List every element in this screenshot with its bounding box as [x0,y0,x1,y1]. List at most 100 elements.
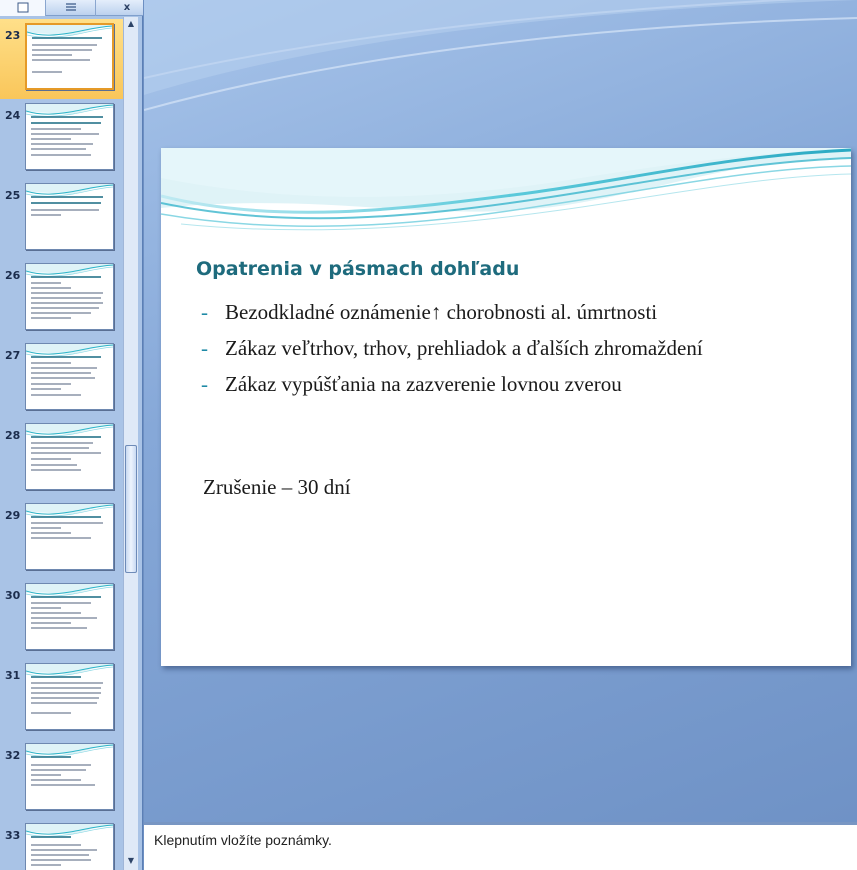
thumb-text-line [32,54,72,56]
slide-preview[interactable] [25,743,114,810]
thumb-text-line [31,447,89,449]
slide-thumbnail-26[interactable]: 26 [0,259,123,339]
thumb-text-line [31,537,91,539]
slide-thumbnail-24[interactable]: 24 [0,99,123,179]
thumb-text-line [31,844,81,846]
thumb-text-line [31,128,81,130]
thumb-text-line [31,138,71,140]
thumb-text-line [31,516,101,518]
scroll-up-icon[interactable]: ▲ [125,18,137,30]
thumb-text-line [31,617,97,619]
slide-preview[interactable] [25,183,114,250]
thumb-text-line [31,367,97,369]
slide-preview[interactable] [25,23,114,90]
close-icon: x [123,2,131,13]
slides-icon [17,2,28,13]
slide-preview[interactable] [25,103,114,170]
thumb-text-line [31,697,99,699]
thumb-text-line [31,202,101,204]
close-panel-button[interactable]: x [118,0,136,16]
bullet-list[interactable]: - Bezodkladné oznámenie↑ chorobnosti al. … [201,298,821,406]
slide-title[interactable]: Opatrenia v pásmach dohľadu [196,258,519,280]
slide-number: 25 [5,189,21,202]
tab-outline[interactable] [46,0,96,16]
slide-number: 31 [5,669,21,682]
thumb-text-line [31,452,101,454]
thumb-text-line [31,196,103,198]
thumb-text-line [32,37,102,39]
thumb-text-line [32,59,90,61]
bullet-item[interactable]: - Zákaz vypúšťania na zazverenie lovnou z… [201,370,821,399]
thumb-text-line [32,71,62,73]
thumb-text-line [31,442,93,444]
slide-number: 33 [5,829,21,842]
thumb-text-line [31,692,101,694]
thumb-text-line [31,388,61,390]
thumb-text-line [31,372,91,374]
thumb-text-line [31,464,77,466]
thumb-text-line [31,756,71,758]
slide-preview[interactable] [25,583,114,650]
thumb-text-line [31,287,71,289]
thumb-text-line [31,383,71,385]
thumb-text-line [31,864,61,866]
thumb-text-line [31,282,61,284]
slide-thumbnail-30[interactable]: 30 [0,579,123,659]
slides-panel: x 23 24 25 26 27 28 29 30 31 32 33 ▲ ▼ [0,0,143,870]
thumb-text-line [31,622,71,624]
slide-preview[interactable] [25,343,114,410]
thumb-text-line [31,116,103,118]
scroll-thumb[interactable] [125,445,137,573]
slide-number: 26 [5,269,21,282]
panel-tabs: x [0,0,143,16]
thumb-text-line [31,527,61,529]
thumb-text-line [31,297,101,299]
thumb-text-line [31,356,101,358]
slide-thumbnail-31[interactable]: 31 [0,659,123,739]
thumb-text-line [31,469,81,471]
thumb-text-line [31,836,71,838]
cancellation-note[interactable]: Zrušenie – 30 dní [203,475,351,500]
thumb-text-line [31,522,103,524]
slide-thumbnail-27[interactable]: 27 [0,339,123,419]
bullet-item[interactable]: - Bezodkladné oznámenie↑ chorobnosti al. … [201,298,821,327]
thumb-text-line [31,302,103,304]
thumb-text-line [31,779,81,781]
scroll-down-icon[interactable]: ▼ [125,855,137,867]
slide-number: 28 [5,429,21,442]
notes-placeholder[interactable]: Klepnutím vložíte poznámky. [154,832,332,848]
bullet-dash: - [201,372,208,396]
slide-canvas[interactable]: Opatrenia v pásmach dohľadu - Bezodkladné… [161,148,851,666]
thumb-text-line [31,143,93,145]
slide-thumbnail-23[interactable]: 23 [0,19,123,99]
thumb-text-line [31,712,71,714]
thumb-text-line [31,209,99,211]
slide-thumbnail-29[interactable]: 29 [0,499,123,579]
slide-thumbnail-28[interactable]: 28 [0,419,123,499]
thumb-text-line [31,676,81,678]
thumb-text-line [31,276,101,278]
tab-slides[interactable] [0,0,46,16]
notes-pane[interactable]: Klepnutím vložíte poznámky. [144,825,857,870]
slide-preview[interactable] [25,503,114,570]
thumb-text-line [31,154,91,156]
thumb-text-line [31,436,101,438]
slide-thumbnail-32[interactable]: 32 [0,739,123,819]
thumb-text-line [31,682,103,684]
thumb-text-line [31,854,89,856]
thumb-text-line [31,602,91,604]
slide-thumbnail-33[interactable]: 33 [0,819,123,870]
slide-preview[interactable] [25,263,114,330]
bullet-dash: - [201,336,208,360]
slide-editor: Opatrenia v pásmach dohľadu - Bezodkladné… [144,0,857,822]
thumb-text-line [31,458,71,460]
outline-icon [65,3,76,11]
slide-preview[interactable] [25,423,114,490]
slide-preview[interactable] [25,823,114,870]
slide-number: 23 [5,29,21,42]
slide-preview[interactable] [25,663,114,730]
slide-thumbnail-25[interactable]: 25 [0,179,123,259]
thumbnail-scrollbar[interactable]: ▲ ▼ [123,17,138,870]
thumb-text-line [31,362,71,364]
bullet-item[interactable]: - Zákaz veľtrhov, trhov, prehliadok a ďal… [201,334,821,363]
